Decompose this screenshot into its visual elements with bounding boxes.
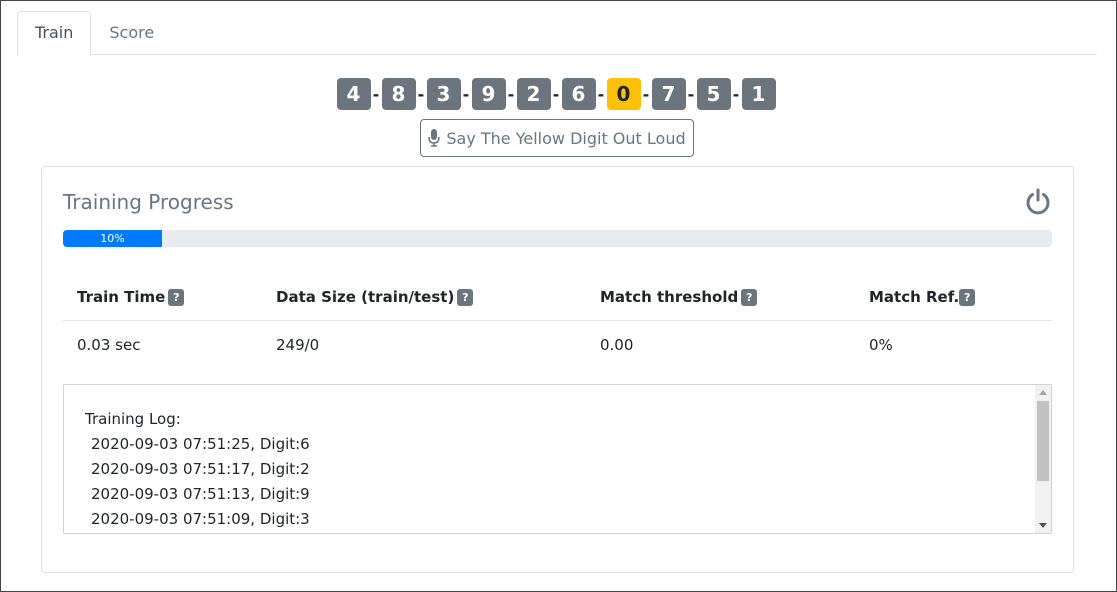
- digit-badge: 6: [561, 78, 596, 110]
- say-digit-button[interactable]: Say The Yellow Digit Out Loud: [420, 119, 694, 157]
- scroll-up-arrow-icon[interactable]: [1039, 390, 1047, 395]
- digit-badge: 7: [651, 78, 686, 110]
- log-line: 2020-09-03 07:51:25, Digit:6: [91, 435, 310, 453]
- digit-separator: -: [462, 84, 470, 104]
- digit-badge: 3: [426, 78, 461, 110]
- digit-badge: 5: [696, 78, 731, 110]
- log-line: 2020-09-03 07:51:13, Digit:9: [91, 485, 310, 503]
- card-title: Training Progress: [63, 190, 234, 214]
- tab-train[interactable]: Train: [17, 11, 92, 56]
- digit-separator: -: [597, 84, 605, 104]
- match-ref-value: 0%: [869, 336, 893, 355]
- log-scrollbar[interactable]: [1035, 385, 1051, 533]
- help-icon[interactable]: ?: [457, 289, 474, 306]
- training-progress-card: Training Progress 10% Train Time? Data S…: [41, 166, 1074, 573]
- column-header-match-ref: Match Ref.?: [855, 274, 1052, 321]
- training-log-box[interactable]: Training Log: 2020-09-03 07:51:25, Digit…: [63, 384, 1052, 534]
- scroll-down-arrow-icon[interactable]: [1039, 523, 1047, 528]
- digit-separator: -: [687, 84, 695, 104]
- digit-badge-highlighted: 0: [606, 78, 641, 110]
- tab-score[interactable]: Score: [91, 11, 172, 55]
- power-icon[interactable]: [1024, 187, 1052, 215]
- digit-separator: -: [507, 84, 515, 104]
- table-row: 0.03 sec 249/0 0.00 0%: [63, 320, 1052, 370]
- log-line: 2020-09-03 07:51:09, Digit:3: [91, 510, 310, 528]
- digit-badge: 9: [471, 78, 506, 110]
- training-stats-table: Train Time? Data Size (train/test)? Matc…: [63, 274, 1052, 370]
- help-icon[interactable]: ?: [741, 289, 758, 306]
- train-time-value: 0.03 sec: [77, 336, 141, 355]
- training-log-title: Training Log:: [85, 410, 181, 428]
- help-icon[interactable]: ?: [168, 289, 185, 306]
- column-header-data-size: Data Size (train/test)?: [262, 274, 586, 321]
- column-header-train-time: Train Time?: [63, 274, 262, 321]
- training-progress-bar: 10%: [63, 230, 1052, 247]
- app-window: Train Score 4 - 8 - 3 - 9 - 2 - 6 - 0 - …: [0, 0, 1117, 592]
- help-icon[interactable]: ?: [959, 289, 976, 306]
- column-header-match-threshold: Match threshold?: [586, 274, 855, 321]
- log-line: 2020-09-03 07:51:17, Digit:2: [91, 460, 310, 478]
- digit-badge: 8: [381, 78, 416, 110]
- digit-separator: -: [732, 84, 740, 104]
- digit-separator: -: [372, 84, 380, 104]
- training-log-content: Training Log: 2020-09-03 07:51:25, Digit…: [85, 407, 310, 532]
- digit-separator: -: [642, 84, 650, 104]
- scroll-thumb[interactable]: [1037, 401, 1049, 481]
- digit-sequence: 4 - 8 - 3 - 9 - 2 - 6 - 0 - 7 - 5 - 1: [1, 77, 1111, 111]
- digit-separator: -: [417, 84, 425, 104]
- match-threshold-value: 0.00: [600, 336, 634, 355]
- say-digit-label: Say The Yellow Digit Out Loud: [446, 128, 686, 148]
- microphone-icon: [428, 129, 441, 147]
- digit-badge: 4: [336, 78, 371, 110]
- data-size-value: 249/0: [276, 336, 320, 355]
- tab-bar: Train Score: [17, 11, 1097, 56]
- digit-separator: -: [552, 84, 560, 104]
- digit-badge: 2: [516, 78, 551, 110]
- progress-fill: 10%: [63, 230, 162, 247]
- digit-badge: 1: [741, 78, 776, 110]
